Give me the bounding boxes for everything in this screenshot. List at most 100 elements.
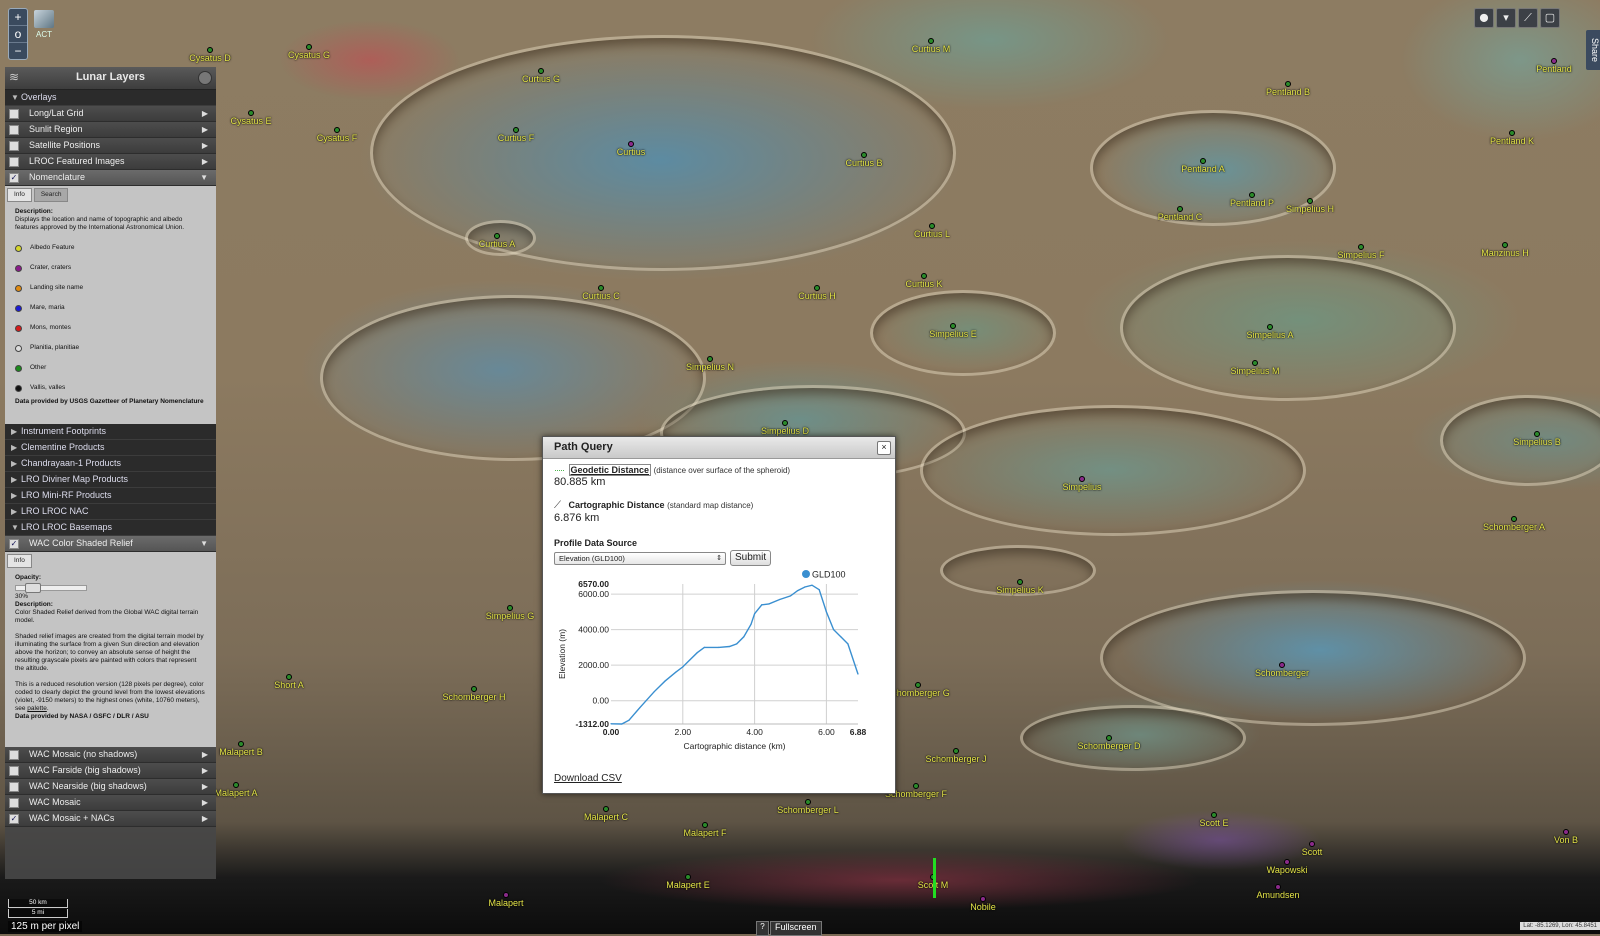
- feature-label[interactable]: Malapert B: [219, 747, 263, 757]
- feature-label[interactable]: Nobile: [970, 902, 996, 912]
- opacity-slider-handle[interactable]: [25, 583, 41, 593]
- expand-arrow-icon[interactable]: ▶: [202, 811, 208, 826]
- category-overlays[interactable]: ▼ Overlays: [5, 90, 216, 106]
- feature-label[interactable]: Cysatus G: [288, 50, 330, 60]
- zoom-in-button[interactable]: +: [9, 9, 27, 26]
- feature-label[interactable]: Curtius: [617, 147, 646, 157]
- feature-label[interactable]: Von B: [1554, 835, 1578, 845]
- layer-checkbox[interactable]: [9, 750, 19, 760]
- feature-label[interactable]: Manzinus H: [1481, 248, 1529, 258]
- expand-arrow-icon[interactable]: ▶: [202, 154, 208, 169]
- feature-label[interactable]: Schomberger J: [925, 754, 986, 764]
- layer-checkbox[interactable]: [9, 125, 19, 135]
- layer-row[interactable]: ✓ WAC Mosaic + NACs ▶: [5, 811, 216, 827]
- close-icon[interactable]: ×: [877, 441, 891, 455]
- feature-label[interactable]: Pentland A: [1181, 164, 1225, 174]
- tool-dropdown-icon[interactable]: ▾: [1496, 8, 1516, 28]
- category-row[interactable]: ▶ LRO Mini-RF Products: [5, 488, 216, 504]
- layer-checkbox[interactable]: [9, 109, 19, 119]
- feature-label[interactable]: Simpelius D: [761, 426, 809, 436]
- download-csv-link[interactable]: Download CSV: [554, 773, 622, 784]
- feature-label[interactable]: Schomberger H: [442, 692, 505, 702]
- feature-label[interactable]: Simpelius E: [929, 329, 977, 339]
- feature-label[interactable]: Malapert E: [666, 880, 710, 890]
- feature-label[interactable]: Schomberger A: [1483, 522, 1545, 532]
- share-tab[interactable]: Share: [1586, 30, 1600, 70]
- box-tool-icon[interactable]: ▢: [1540, 8, 1560, 28]
- feature-label[interactable]: Curtius G: [522, 74, 560, 84]
- feature-label[interactable]: Malapert F: [683, 828, 726, 838]
- geodetic-distance-label[interactable]: Geodetic Distance: [568, 464, 652, 476]
- feature-label[interactable]: Simpelius K: [996, 585, 1044, 595]
- feature-label[interactable]: Schomberger: [1255, 668, 1309, 678]
- feature-label[interactable]: Cysatus F: [317, 133, 358, 143]
- category-lroc-basemaps[interactable]: ▼ LRO LROC Basemaps: [5, 520, 216, 536]
- feature-label[interactable]: Pentland B: [1266, 87, 1310, 97]
- feature-label[interactable]: Simpelius: [1062, 482, 1101, 492]
- panel-toggle-icon[interactable]: [198, 71, 212, 85]
- expand-arrow-icon[interactable]: ▶: [202, 779, 208, 794]
- category-row[interactable]: ▶ Clementine Products: [5, 440, 216, 456]
- opacity-slider[interactable]: [15, 583, 87, 593]
- expand-arrow-icon[interactable]: ▶: [202, 122, 208, 137]
- feature-label[interactable]: Short A: [274, 680, 304, 690]
- layer-row[interactable]: WAC Mosaic ▶: [5, 795, 216, 811]
- layer-row-wac-color-shaded-relief[interactable]: ✓ WAC Color Shaded Relief ▼: [5, 536, 216, 552]
- category-row[interactable]: ▶ Chandrayaan-1 Products: [5, 456, 216, 472]
- feature-label[interactable]: Malapert C: [584, 812, 628, 822]
- expand-arrow-icon[interactable]: ▶: [202, 747, 208, 762]
- category-row[interactable]: ▶ Instrument Footprints: [5, 424, 216, 440]
- path-tool-icon[interactable]: ⟋: [1518, 8, 1538, 28]
- feature-label[interactable]: Simpelius M: [1230, 366, 1279, 376]
- palette-link[interactable]: palette: [27, 705, 47, 712]
- category-row[interactable]: ▶ LRO LROC NAC: [5, 504, 216, 520]
- feature-label[interactable]: Curtius F: [498, 133, 535, 143]
- feature-label[interactable]: Curtius K: [905, 279, 942, 289]
- dialog-titlebar[interactable]: Path Query ×: [543, 437, 895, 459]
- feature-label[interactable]: Amundsen: [1256, 890, 1299, 900]
- layer-checkbox[interactable]: [9, 798, 19, 808]
- layer-checkbox[interactable]: ✓: [9, 173, 19, 183]
- zoom-out-button[interactable]: −: [9, 43, 27, 59]
- layer-row[interactable]: Sunlit Region ▶: [5, 122, 216, 138]
- feature-label[interactable]: Malapert: [488, 898, 523, 908]
- marker-tool-icon[interactable]: ⬤: [1474, 8, 1494, 28]
- layer-row[interactable]: LROC Featured Images ▶: [5, 154, 216, 170]
- category-row[interactable]: ▶ LRO Diviner Map Products: [5, 472, 216, 488]
- layer-checkbox[interactable]: ✓: [9, 539, 19, 549]
- feature-label[interactable]: Simpelius A: [1246, 330, 1293, 340]
- collapse-arrow-icon[interactable]: ▼: [200, 170, 208, 185]
- layer-row[interactable]: WAC Nearside (big shadows) ▶: [5, 779, 216, 795]
- feature-label[interactable]: Malapert A: [214, 788, 257, 798]
- collapse-arrow-icon[interactable]: ▼: [200, 536, 208, 551]
- layer-checkbox[interactable]: [9, 157, 19, 167]
- feature-label[interactable]: Curtius L: [914, 229, 950, 239]
- layer-checkbox[interactable]: [9, 782, 19, 792]
- feature-label[interactable]: Scott: [1302, 847, 1323, 857]
- feature-label[interactable]: Simpelius B: [1513, 437, 1561, 447]
- feature-label[interactable]: Pentland K: [1490, 136, 1534, 146]
- expand-arrow-icon[interactable]: ▶: [202, 138, 208, 153]
- feature-label[interactable]: Simpelius F: [1337, 250, 1384, 260]
- feature-label[interactable]: Pentland P: [1230, 198, 1274, 208]
- feature-label[interactable]: Simpelius H: [1286, 204, 1334, 214]
- layer-checkbox[interactable]: [9, 766, 19, 776]
- layer-row[interactable]: Satellite Positions ▶: [5, 138, 216, 154]
- layer-checkbox[interactable]: ✓: [9, 814, 19, 824]
- feature-label[interactable]: Curtius M: [912, 44, 951, 54]
- expand-arrow-icon[interactable]: ▶: [202, 106, 208, 121]
- layer-row[interactable]: WAC Farside (big shadows) ▶: [5, 763, 216, 779]
- feature-label[interactable]: Curtius B: [845, 158, 882, 168]
- feature-label[interactable]: Curtius H: [798, 291, 836, 301]
- feature-label[interactable]: Schomberger L: [777, 805, 839, 815]
- feature-label[interactable]: Pentland: [1536, 64, 1572, 74]
- feature-label[interactable]: Simpelius G: [486, 611, 535, 621]
- expand-arrow-icon[interactable]: ▶: [202, 763, 208, 778]
- feature-label[interactable]: Pentland C: [1158, 212, 1203, 222]
- feature-label[interactable]: Cysatus D: [189, 53, 231, 63]
- tab-info[interactable]: Info: [7, 188, 32, 202]
- feature-label[interactable]: Schomberger D: [1077, 741, 1140, 751]
- layer-row[interactable]: WAC Mosaic (no shadows) ▶: [5, 747, 216, 763]
- feature-label[interactable]: Scott E: [1199, 818, 1228, 828]
- zoom-reset-button[interactable]: o: [9, 26, 27, 43]
